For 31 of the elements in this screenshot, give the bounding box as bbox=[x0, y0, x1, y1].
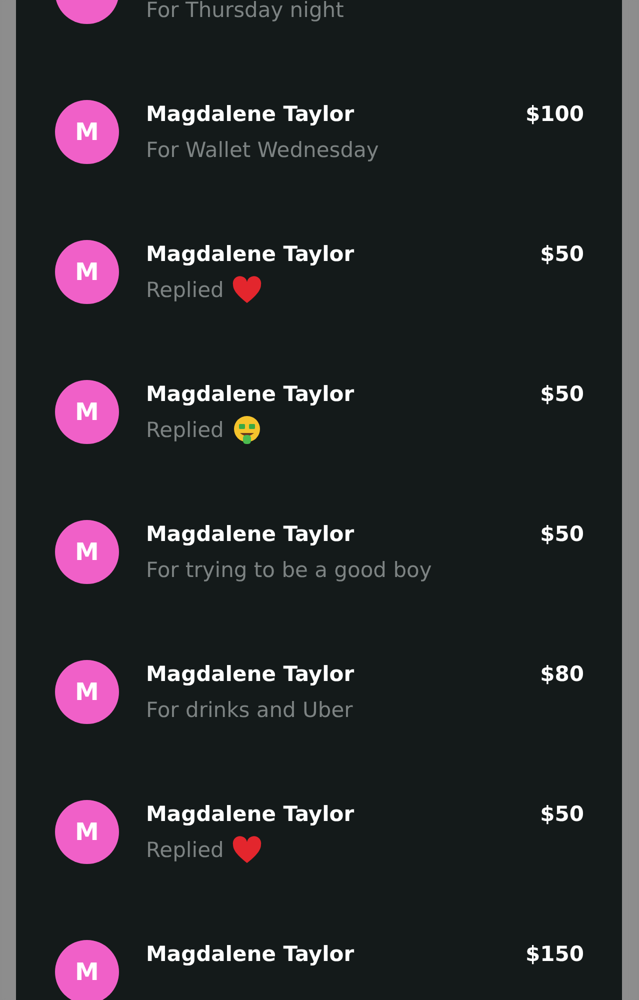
money-face-icon bbox=[232, 415, 262, 445]
avatar: M bbox=[55, 800, 119, 864]
payment-note: For drinks and Uber bbox=[146, 698, 353, 722]
heart-icon bbox=[232, 276, 262, 304]
payment-note: Replied bbox=[146, 418, 224, 442]
payer-name: Magdalene Taylor bbox=[146, 102, 354, 126]
payment-amount: $150 bbox=[526, 942, 584, 966]
payment-note: For Thursday night bbox=[146, 0, 344, 22]
avatar: M bbox=[55, 380, 119, 444]
avatar: M bbox=[55, 660, 119, 724]
payment-amount: $50 bbox=[540, 522, 584, 546]
payment-note: For Wallet Wednesday bbox=[146, 138, 379, 162]
payment-amount: $50 bbox=[540, 382, 584, 406]
avatar: M bbox=[55, 520, 119, 584]
payer-name: Magdalene Taylor bbox=[146, 802, 354, 826]
payment-amount: $50 bbox=[540, 802, 584, 826]
heart-icon bbox=[232, 836, 262, 864]
payment-note: Replied bbox=[146, 838, 224, 862]
avatar: M bbox=[55, 100, 119, 164]
payment-amount: $50 bbox=[540, 242, 584, 266]
payment-note: Replied bbox=[146, 278, 224, 302]
payer-name: Magdalene Taylor bbox=[146, 382, 354, 406]
payer-name: Magdalene Taylor bbox=[146, 942, 354, 966]
payment-amount: $80 bbox=[540, 662, 584, 686]
payer-name: Magdalene Taylor bbox=[146, 662, 354, 686]
avatar: M bbox=[55, 240, 119, 304]
payment-note: For trying to be a good boy bbox=[146, 558, 432, 582]
payer-name: Magdalene Taylor bbox=[146, 242, 354, 266]
payer-name: Magdalene Taylor bbox=[146, 522, 354, 546]
payment-amount: $100 bbox=[526, 102, 584, 126]
avatar: M bbox=[55, 940, 119, 1000]
